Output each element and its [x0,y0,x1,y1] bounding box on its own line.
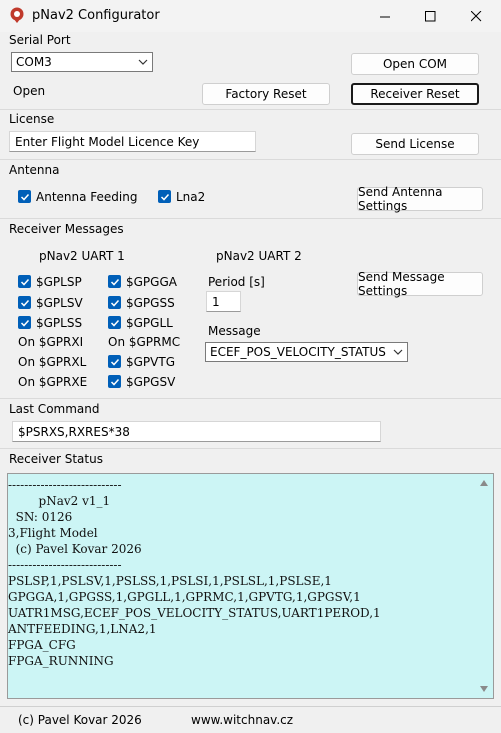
receiver-status-text: ---------------------------- pNav2 v1_1 … [8,478,381,668]
scroll-up-icon [480,480,488,486]
gpgga-label: $GPGGA [126,275,177,289]
message-label: Message [208,324,261,338]
checkmark-icon [110,378,119,386]
gplsv-checkbox[interactable] [18,296,31,309]
period-label: Period [s] [208,275,265,289]
minimize-icon [379,16,390,17]
section-divider [0,448,501,449]
gpgll-label: $GPGLL [126,316,173,330]
antenna-feeding-checkbox[interactable] [18,190,31,203]
serial-status-text: Open [13,84,46,98]
send-antenna-settings-button[interactable]: Send Antenna Settings [357,185,483,213]
close-icon [470,10,481,21]
gpgga-checkbox[interactable] [108,275,121,288]
checkmark-icon [160,193,169,201]
section-divider [0,398,501,399]
period-input[interactable]: 1 [206,291,241,312]
gpvtg-label: $GPVTG [126,355,176,369]
checkmark-icon [110,358,119,366]
close-button[interactable] [453,0,499,32]
maximize-icon [424,10,435,21]
receiver-status-textarea[interactable]: ---------------------------- pNav2 v1_1 … [7,473,494,699]
chevron-down-icon [138,59,148,65]
chevron-down-icon [393,349,403,355]
minimize-button[interactable] [362,0,408,32]
lna2-label: Lna2 [176,190,206,204]
open-com-button[interactable]: Open COM [351,53,479,75]
factory-reset-button[interactable]: Factory Reset [202,83,330,105]
last-command-label: Last Command [9,402,100,416]
location-pin-icon [10,7,24,23]
checkmark-icon [110,278,119,286]
gpvtg-checkbox[interactable] [108,355,121,368]
receiver-reset-button[interactable]: Receiver Reset [351,83,479,105]
serial-port-label: Serial Port [9,33,71,47]
send-license-button[interactable]: Send License [351,133,479,155]
section-divider [0,159,501,160]
gplsv-label: $GPLSV [36,296,83,310]
section-divider [0,109,501,110]
serial-port-select[interactable]: COM3 [11,52,153,72]
receiver-status-label: Receiver Status [9,452,103,466]
checkmark-icon [110,299,119,307]
message-select-value: ECEF_POS_VELOCITY_STATUS [210,345,386,359]
gplsp-label: $GPLSP [36,275,82,289]
window-title: pNav2 Configurator [32,8,160,23]
gprxe-toggle[interactable]: On $GPRXE [18,375,87,389]
checkmark-icon [20,193,29,201]
scroll-down-icon [480,686,488,692]
receiver-messages-label: Receiver Messages [9,222,124,236]
scroll-up-button[interactable] [477,476,491,490]
antenna-feeding-label: Antenna Feeding [36,190,138,204]
gpgsv-label: $GPGSV [126,375,176,389]
gprxl-toggle[interactable]: On $GPRXL [18,355,86,369]
maximize-button[interactable] [407,0,453,32]
checkmark-icon [20,299,29,307]
gpgss-checkbox[interactable] [108,296,121,309]
last-command-field[interactable]: $PSRXS,RXRES*38 [12,421,381,442]
gpgsv-checkbox[interactable] [108,375,121,388]
checkmark-icon [20,319,29,327]
section-divider [0,218,501,219]
serial-port-value: COM3 [16,55,52,69]
uart2-label: pNav2 UART 2 [216,249,302,263]
gplss-checkbox[interactable] [18,316,31,329]
status-bar: (c) Pavel Kovar 2026 www.witchnav.cz [0,706,501,733]
gprxi-toggle[interactable]: On $GPRXI [18,335,83,349]
send-message-settings-button[interactable]: Send Message Settings [357,270,483,298]
uart1-label: pNav2 UART 1 [39,249,125,263]
license-label: License [9,112,55,126]
gprmc-toggle[interactable]: On $GPRMC [108,335,180,349]
gpgss-label: $GPGSS [126,296,175,310]
lna2-checkbox[interactable] [158,190,171,203]
checkmark-icon [110,319,119,327]
gplss-label: $GPLSS [36,316,83,330]
copyright-text: (c) Pavel Kovar 2026 [18,713,142,727]
scroll-down-button[interactable] [477,682,491,696]
license-key-input[interactable]: Enter Flight Model Licence Key [9,131,256,152]
gpgll-checkbox[interactable] [108,316,121,329]
checkmark-icon [20,278,29,286]
website-link[interactable]: www.witchnav.cz [191,713,293,727]
gplsp-checkbox[interactable] [18,275,31,288]
antenna-label: Antenna [9,163,60,177]
title-bar[interactable]: pNav2 Configurator [0,0,501,32]
message-select[interactable]: ECEF_POS_VELOCITY_STATUS [205,342,408,362]
